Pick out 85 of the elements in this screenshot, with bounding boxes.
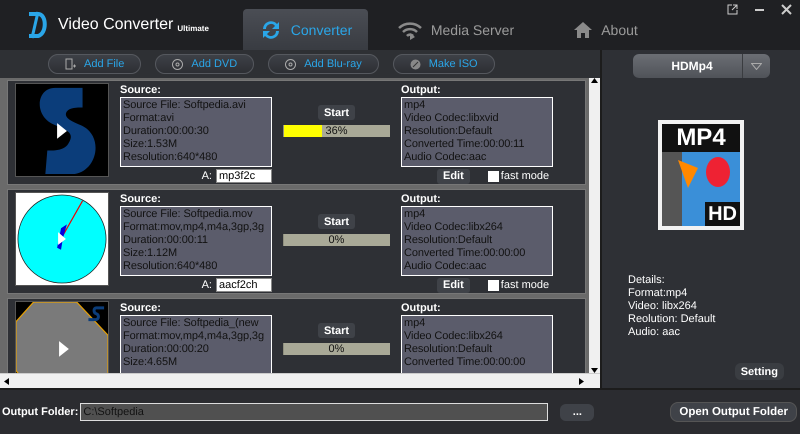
wifi-icon [396,20,423,40]
fast-mode-checkbox[interactable] [488,280,499,290]
setting-button[interactable]: Setting [734,363,784,380]
output-info-line: Converted Time:00:00:00 [404,356,526,369]
tab[interactable]: Converter [243,9,368,50]
audio-label: A: [202,170,212,182]
output-label: Output: [401,192,442,206]
start-button[interactable]: Start [318,105,356,120]
output-label: Output: [401,301,442,315]
disc-icon [410,58,421,70]
output-info-line: Video Codec:libx264 [404,221,504,234]
audio-label: A: [202,279,212,291]
fast-mode-label: fast mode [500,279,550,291]
format-badge-label: MP4 [662,124,740,152]
home-icon [573,20,594,38]
scroll-left-icon[interactable] [4,378,9,384]
source-info-line: Resolution:640*480 [123,151,218,164]
toolbar-button[interactable]: Make ISO [392,54,495,74]
profile-dropdown[interactable]: HDMp4 [632,54,770,78]
output-info-line: mp4 [404,99,426,112]
source-info-line: Format:mov,mp4,m4a,3gp,3g [123,221,265,234]
output-info-line: Resolution:Default [404,125,494,138]
toolbar-button[interactable]: Add DVD [155,54,254,74]
output-info-line: Converted Time:00:00:11 [404,138,526,151]
open-output-folder-button[interactable]: Open Output Folder [670,402,797,422]
quality-badge-label: HD [705,202,740,226]
profile-detail-line: Video: libx264 [628,300,698,313]
output-info-line: Video Codec:libxvid [404,112,500,125]
disc-icon [172,58,184,70]
source-info-line: Size:4.65M [123,356,178,369]
source-label: Source: [120,83,162,97]
source-info-line: Source File: Softpedia.avi [123,99,247,112]
source-info-line: Source File: Softpedia.mov [123,208,254,221]
profile-detail-line: Details: [628,274,666,287]
profile-detail-line: Format:mp4 [628,287,688,300]
close-icon[interactable] [781,4,792,15]
browse-button[interactable]: ... [560,404,594,420]
add-file-icon [65,58,76,70]
progress-reading: 0% [328,343,346,355]
scroll-right-icon[interactable] [579,378,584,384]
toolbar-button[interactable]: Add Blu-ray [268,54,379,74]
toolbar-button[interactable]: Add File [48,54,142,74]
start-button[interactable]: Start [318,214,356,229]
progress-reading: 0% [328,234,346,246]
caret-icon [750,62,762,70]
output-info-line: Audio Codec:aac [404,260,488,273]
source-label: Source: [120,301,162,315]
profile-detail-line: Reolution: Default [628,313,716,326]
app-title: Video Converter [58,16,174,34]
vertical-scrollbar[interactable] [589,78,600,373]
source-info-line: Resolution:640*480 [123,260,218,273]
output-info-line: Resolution:Default [404,343,494,356]
profile-detail-line: Audio: aac [628,326,681,339]
output-info-line: mp4 [404,317,426,330]
tab[interactable]: About [543,9,668,50]
edit-button[interactable]: Edit [437,168,470,184]
output-info-line: Converted Time:00:00:00 [404,247,526,260]
source-info-line: Duration:00:00:20 [123,343,210,356]
output-info-line: mp4 [404,208,426,221]
output-label: Output: [401,83,442,97]
progress-reading: 36% [324,125,349,137]
audio-track-select[interactable]: aacf2ch [216,278,272,292]
output-folder-label: Output Folder: [2,406,78,418]
fast-mode-checkbox[interactable] [488,170,499,182]
source-info-line: Duration:00:00:11 [123,234,209,247]
tab[interactable]: Media Server [393,9,518,50]
fast-mode-label: fast mode [500,170,550,182]
source-info-line: Format:avi [123,112,175,125]
source-info-line: Format:mov,mp4,m4a,3gp,3g [123,330,265,343]
source-info-line: Duration:00:00:30 [123,125,210,138]
app-logo-icon [26,10,48,40]
edit-button[interactable]: Edit [437,278,470,292]
source-label: Source: [120,192,162,206]
audio-track-select[interactable]: mp3f2c [216,169,272,183]
popout-icon[interactable] [727,4,738,15]
source-info-line: Size:1.53M [123,138,178,151]
source-info-line: Source File: Softpedia_(new [123,317,260,330]
output-info-line: Video Codec:libx264 [404,330,504,343]
source-info-line: Size:1.12M [123,247,178,260]
disc-icon [285,58,296,70]
app-edition: Ultimate [177,22,209,32]
start-button[interactable]: Start [318,323,356,338]
horizontal-scrollbar[interactable] [0,373,600,388]
output-info-line: Resolution:Default [404,234,494,247]
output-info-line: Audio Codec:aac [404,151,488,164]
